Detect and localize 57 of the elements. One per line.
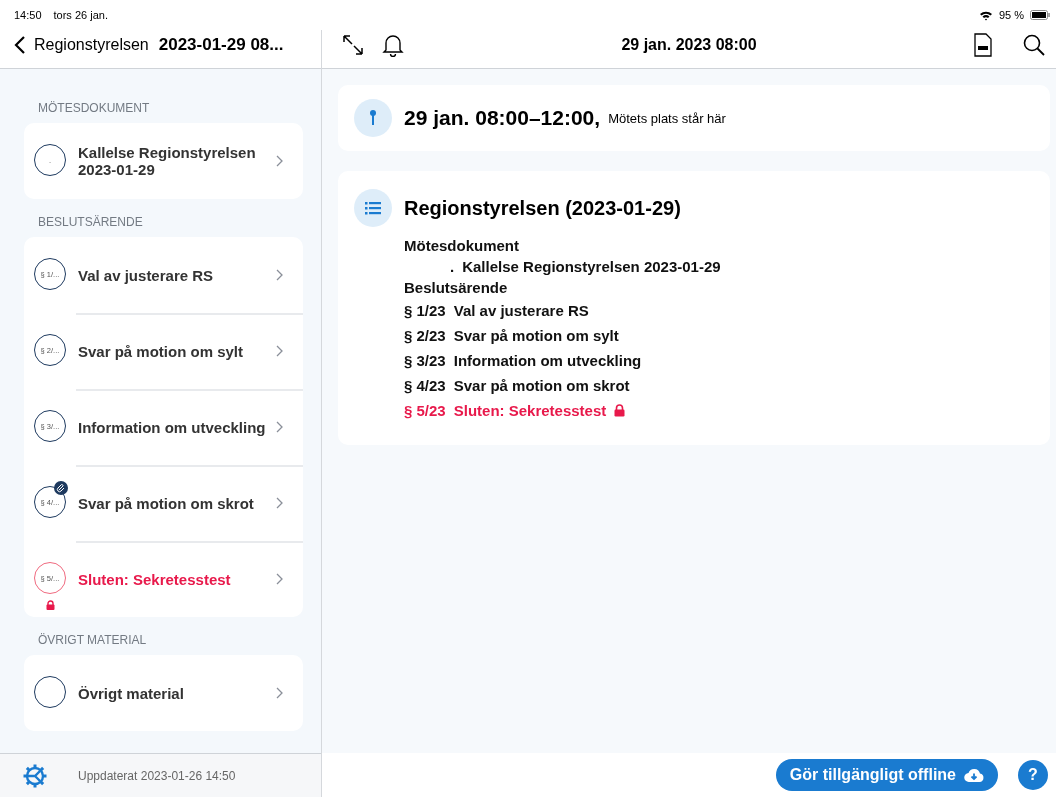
chevron-left-icon xyxy=(14,36,26,54)
agenda-group-heading: Beslutsärende xyxy=(404,278,509,298)
agenda-item-title[interactable]: Svar på motion om skrot xyxy=(453,373,630,398)
chevron-right-icon xyxy=(276,421,283,433)
meeting-place: Mötets plats står här xyxy=(608,110,726,126)
toolbar-title: 29 jan. 2023 08:00 xyxy=(620,36,758,54)
status-date: tors 26 jan. xyxy=(53,9,108,21)
map-pin-icon xyxy=(354,99,392,137)
item-title: Svar på motion om skrot xyxy=(78,494,255,512)
offline-button[interactable]: Gör tillgängligt offline xyxy=(775,759,998,791)
chevron-right-icon xyxy=(276,269,283,281)
agenda-item-title[interactable]: Sluten: Sekretesstest xyxy=(453,398,607,423)
chevron-right-icon xyxy=(276,345,283,357)
meeting-title: 2023-01-29 08... xyxy=(158,35,284,55)
paperclip-icon xyxy=(54,481,68,495)
agenda-item-title[interactable]: Information om utveckling xyxy=(453,348,642,373)
meeting-time: 29 jan. 08:00–12:00, xyxy=(404,106,601,130)
lock-icon xyxy=(614,404,626,417)
bell-icon[interactable] xyxy=(382,33,404,57)
section-heading: BESLUTSÄRENDE xyxy=(38,215,144,229)
agenda-number: § 3/23 xyxy=(404,351,446,371)
battery-percent: 95 % xyxy=(998,9,1024,21)
agenda-number: . xyxy=(450,257,455,277)
section-heading: MÖTESDOKUMENT xyxy=(38,101,151,115)
agenda-item-title[interactable]: Svar på motion om sylt xyxy=(453,323,619,348)
chevron-right-icon xyxy=(276,687,283,699)
lock-icon xyxy=(46,600,55,610)
expand-icon[interactable] xyxy=(342,34,364,56)
section-heading: ÖVRIGT MATERIAL xyxy=(38,633,148,647)
item-title: Sluten: Sekretesstest xyxy=(78,570,232,588)
agenda-number: § 2/23 xyxy=(404,326,446,346)
agenda-number: § 1/23 xyxy=(404,301,446,321)
search-icon[interactable] xyxy=(1022,33,1046,57)
chevron-right-icon xyxy=(276,155,283,167)
item-title: Svar på motion om sylt xyxy=(78,342,245,360)
cloud-download-icon xyxy=(964,767,984,783)
item-title: Kallelse Regionstyrelsen 2023-01-29 xyxy=(78,144,257,178)
chevron-right-icon xyxy=(276,497,283,509)
item-title: Val av justerare RS xyxy=(78,266,215,284)
agenda-group-heading: Mötesdokument xyxy=(404,236,520,256)
help-button[interactable]: ? xyxy=(1018,760,1048,790)
agenda-item-title[interactable]: Kallelse Regionstyrelsen 2023-01-29 xyxy=(462,256,721,277)
agenda-item-title[interactable]: Val av justerare RS xyxy=(453,298,589,323)
agenda-list-item[interactable]: Övrigt material xyxy=(24,655,303,731)
chevron-right-icon xyxy=(276,573,283,585)
agenda-number: § 4/23 xyxy=(404,376,446,396)
battery-icon xyxy=(1030,10,1050,20)
item-title: Övrigt material xyxy=(78,684,185,702)
agenda-title: Regionstyrelsen (2023-01-29) xyxy=(404,196,681,220)
settings-icon[interactable] xyxy=(22,762,48,789)
agenda-number: § 5/23 xyxy=(404,401,446,421)
list-icon xyxy=(354,189,392,227)
item-title: Information om utveckling xyxy=(78,418,266,436)
status-time: 14:50 xyxy=(14,9,42,21)
updated-text: Uppdaterat 2023-01-26 14:50 xyxy=(78,768,236,783)
wifi-icon xyxy=(978,9,993,21)
pdf-file-icon[interactable] xyxy=(974,33,992,57)
